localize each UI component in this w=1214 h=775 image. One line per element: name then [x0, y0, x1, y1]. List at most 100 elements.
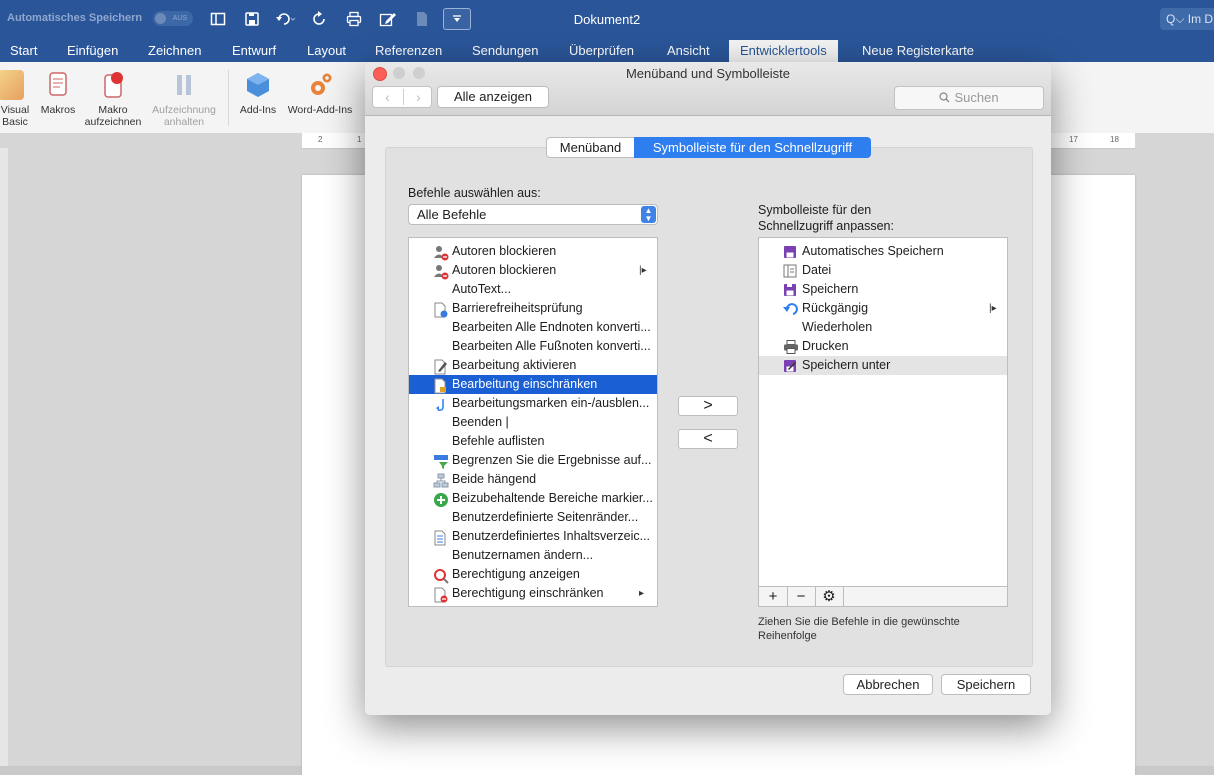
back-icon[interactable]: ‹	[373, 89, 402, 105]
tab-ansicht[interactable]: Ansicht	[667, 40, 710, 62]
qat-list-item[interactable]: Drucken	[759, 337, 1007, 356]
item-label: Beide hängend	[452, 472, 537, 486]
tab-ueberpruefen[interactable]: Überprüfen	[569, 40, 634, 62]
command-list-item[interactable]: Bearbeitungsmarken ein-/ausblen...	[409, 394, 657, 413]
makros-label: Makros	[40, 104, 76, 116]
item-label: Bearbeitungsmarken ein-/ausblen...	[452, 396, 650, 410]
permission-restrict-icon	[433, 587, 448, 603]
remove-command-button[interactable]: <	[678, 429, 738, 449]
print-icon	[783, 340, 798, 354]
item-label: Autoren blockieren	[452, 244, 557, 258]
aufzeichnung-anhalten-label-2: anhalten	[163, 116, 205, 128]
tab-entwurf[interactable]: Entwurf	[232, 40, 276, 62]
search-document-input[interactable]: Q⌵ Im D	[1160, 8, 1214, 30]
forward-icon[interactable]: ›	[403, 89, 433, 105]
visual-basic-button[interactable]: Visual Basic	[0, 70, 32, 128]
submenu-arrow-icon: |▸	[989, 303, 997, 314]
qat-list-item[interactable]: Automatisches Speichern	[759, 242, 1007, 261]
qat-list-item[interactable]: Rückgängig |▸	[759, 299, 1007, 318]
tab-layout[interactable]: Layout	[307, 40, 346, 62]
qat-list-item[interactable]: Datei	[759, 261, 1007, 280]
ruler-mark: 17	[1069, 135, 1078, 144]
item-label: Berechtigung einschränken	[452, 586, 604, 600]
search-placeholder: Suchen	[954, 90, 999, 105]
command-list-item[interactable]: Autoren blockieren	[409, 242, 657, 261]
select-value: Alle Befehle	[417, 207, 487, 222]
visual-basic-label-1: Visual	[0, 104, 30, 116]
tab-referenzen[interactable]: Referenzen	[375, 40, 442, 62]
qat-list-item[interactable]: Wiederholen	[759, 318, 1007, 337]
submenu-arrow-icon: |▸	[639, 265, 647, 276]
item-label: Benutzerdefiniertes Inhaltsverzeic...	[452, 529, 651, 543]
hanging-icon	[433, 473, 449, 488]
command-list-item[interactable]: Bearbeiten Alle Endnoten konverti...	[409, 318, 657, 337]
command-list-item[interactable]: Bearbeiten Alle Fußnoten konverti...	[409, 337, 657, 356]
item-label: Wiederholen	[802, 320, 873, 334]
qat-list-toolbar: + − ⚙	[758, 586, 1008, 607]
makros-button[interactable]: Makros	[36, 70, 80, 116]
save-button[interactable]: Speichern	[941, 674, 1031, 695]
command-list-item[interactable]: Autoren blockieren |▸	[409, 261, 657, 280]
command-list-item[interactable]: Berechtigung anzeigen	[409, 565, 657, 584]
item-label: Drucken	[802, 339, 849, 353]
command-list-item[interactable]: Bearbeitung aktivieren	[409, 356, 657, 375]
dialog-header: Menüband und Symbolleiste ‹ › Alle anzei…	[365, 62, 1051, 116]
cancel-button[interactable]: Abbrechen	[843, 674, 933, 695]
command-list-item[interactable]: Benutzerdefinierte Seitenränder...	[409, 508, 657, 527]
command-list-item[interactable]: Berechtigung einschränken ▸	[409, 584, 657, 603]
item-label: Berechtigung anzeigen	[452, 567, 580, 581]
command-list-item[interactable]: AutoText...	[409, 280, 657, 299]
tab-neue-registerkarte[interactable]: Neue Registerkarte	[862, 40, 974, 62]
item-label: Bearbeiten Alle Fußnoten konverti...	[452, 339, 651, 353]
tab-menueband[interactable]: Menüband	[546, 137, 635, 158]
edit-enable-icon	[433, 359, 447, 375]
commands-source-select[interactable]: Alle Befehle ▲ ▼	[408, 204, 658, 225]
plus-icon[interactable]: +	[759, 587, 788, 606]
add-ins-icon	[244, 70, 272, 100]
ruler-mark: 18	[1110, 135, 1119, 144]
aufzeichnung-anhalten-label-1: Aufzeichnung	[152, 104, 216, 116]
item-label: Befehle auflisten	[452, 434, 545, 448]
word-add-ins-icon	[306, 70, 334, 100]
command-list-item[interactable]: Beide hängend	[409, 470, 657, 489]
word-add-ins-button[interactable]: Word-Add-Ins	[283, 70, 357, 116]
qat-list-item[interactable]: Speichern unter	[759, 356, 1007, 375]
record-macro-icon	[99, 70, 127, 100]
qat-list-item[interactable]: Speichern	[759, 280, 1007, 299]
pause-recording-icon	[170, 70, 198, 100]
ribbon-toolbar-dialog: Menüband und Symbolleiste ‹ › Alle anzei…	[365, 62, 1051, 715]
tab-entwicklertools[interactable]: Entwicklertools	[729, 40, 838, 62]
gear-icon[interactable]: ⚙	[815, 587, 844, 606]
command-list-item[interactable]: Benutzerdefiniertes Inhaltsverzeic...	[409, 527, 657, 546]
show-all-button[interactable]: Alle anzeigen	[437, 86, 549, 108]
command-list-item[interactable]: Beizubehaltende Bereiche markier...	[409, 489, 657, 508]
tab-start[interactable]: Start	[10, 40, 37, 62]
reorder-hint: Ziehen Sie die Befehle in die gewünschte…	[758, 616, 960, 642]
commands-list[interactable]: Autoren blockieren Autoren blockieren |▸ Au…	[408, 237, 658, 607]
minus-icon[interactable]: −	[787, 587, 816, 606]
command-list-item[interactable]: Befehle auflisten	[409, 432, 657, 451]
ribbon-tabs: Start Einfügen Zeichnen Entwurf Layout R…	[0, 40, 1214, 62]
add-ins-button[interactable]: Add-Ins	[236, 70, 280, 116]
makro-aufzeichnen-button[interactable]: Makro aufzeichnen	[82, 70, 144, 128]
tab-einfuegen[interactable]: Einfügen	[67, 40, 118, 62]
item-label: Automatisches Speichern	[802, 244, 944, 258]
add-command-button[interactable]: >	[678, 396, 738, 416]
ruler-mark: 2	[318, 135, 323, 144]
item-label: Begrenzen Sie die Ergebnisse auf...	[452, 453, 652, 467]
save-icon	[783, 283, 796, 296]
tab-schnellzugriff[interactable]: Symbolleiste für den Schnellzugriff	[634, 137, 871, 158]
word-add-ins-label: Word-Add-Ins	[287, 104, 353, 116]
vertical-ruler	[0, 148, 8, 766]
command-list-item[interactable]: Bearbeitung einschränken	[409, 375, 657, 394]
command-list-item[interactable]: Benutzernamen ändern...	[409, 546, 657, 565]
command-list-item[interactable]: Barrierefreiheitsprüfung	[409, 299, 657, 318]
item-label: Benutzerdefinierte Seitenränder...	[452, 510, 639, 524]
tab-sendungen[interactable]: Sendungen	[472, 40, 539, 62]
command-list-item[interactable]: Beenden |	[409, 413, 657, 432]
command-list-item[interactable]: Begrenzen Sie die Ergebnisse auf...	[409, 451, 657, 470]
qat-list[interactable]: Automatisches Speichern Datei Speichern Rüc…	[758, 237, 1008, 587]
tab-zeichnen[interactable]: Zeichnen	[148, 40, 201, 62]
dialog-search-input[interactable]: Suchen	[894, 86, 1044, 110]
autosave-icon	[783, 245, 796, 258]
